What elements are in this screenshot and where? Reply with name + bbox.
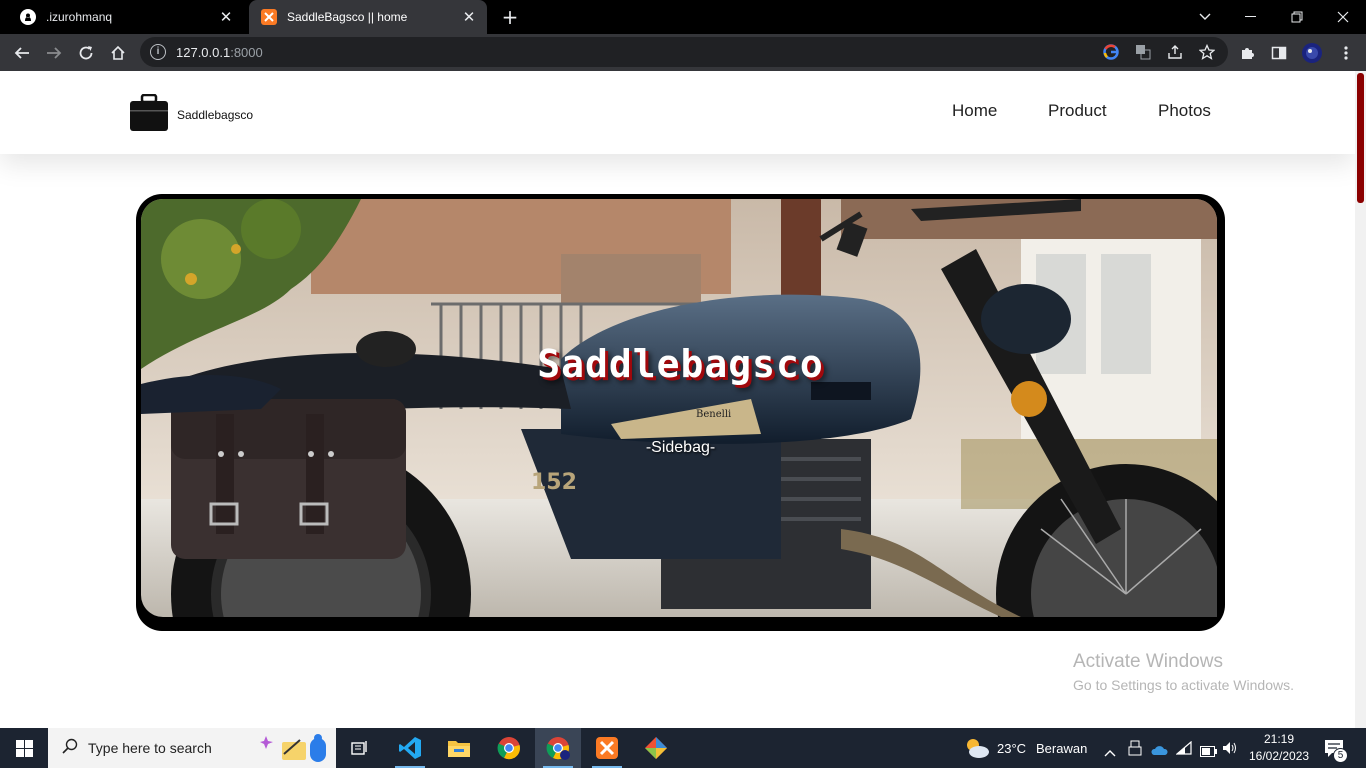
clock-date[interactable]: 16/02/2023 [1249, 749, 1309, 763]
briefcase-icon [129, 93, 169, 136]
back-button[interactable] [8, 39, 36, 67]
page-viewport: Saddlebagsco Home Product Photos 152 Ben… [0, 71, 1355, 728]
chrome-icon[interactable] [486, 728, 532, 768]
nav-product[interactable]: Product [1048, 101, 1107, 121]
tab-saddlebagsco-home[interactable]: SaddleBagsco || home ✕ [249, 0, 487, 34]
search-placeholder: Type here to search [88, 740, 212, 756]
brand[interactable]: Saddlebagsco [129, 93, 254, 136]
extensions-icon[interactable] [1237, 43, 1257, 63]
task-view-icon[interactable] [337, 728, 383, 768]
git-icon[interactable] [633, 728, 679, 768]
tab-title: SaddleBagsco || home [287, 10, 408, 24]
menu-kebab-icon[interactable] [1336, 43, 1356, 63]
svg-text:152: 152 [531, 470, 577, 495]
scrollbar-thumb[interactable] [1357, 73, 1364, 203]
brand-name: Saddlebagsco [177, 108, 254, 122]
home-button[interactable] [104, 39, 132, 67]
page-scrollbar[interactable] [1355, 71, 1366, 728]
site-info-icon[interactable]: i [150, 44, 166, 60]
motorcycle-photo: 152 Benelli [141, 199, 1217, 617]
google-icon[interactable] [1103, 44, 1119, 60]
share-icon[interactable] [1167, 44, 1183, 60]
reload-button[interactable] [72, 39, 100, 67]
xampp-icon [261, 9, 277, 25]
hero-subtitle: -Sidebag- [645, 439, 716, 456]
volume-icon[interactable] [1222, 740, 1238, 759]
notification-badge: 5 [1333, 748, 1348, 763]
hero-title: Saddlebagsco [537, 342, 824, 386]
weather-condition[interactable]: Berawan [1036, 741, 1087, 756]
url-text: 127.0.0.1:8000 [176, 44, 263, 60]
browser-tab-strip: .izurohmanq ✕ SaddleBagsco || home ✕ + [0, 0, 1366, 34]
minimize-button[interactable] [1228, 0, 1274, 34]
nav-photos[interactable]: Photos [1158, 101, 1211, 121]
bookmark-star-icon[interactable] [1198, 43, 1216, 60]
translate-icon[interactable] [1135, 44, 1151, 60]
wifi-icon[interactable] [1175, 740, 1192, 759]
hero-banner: 152 Benelli Saddlebagsco -Sidebag- [136, 194, 1225, 631]
tab-search-chevron-icon[interactable] [1182, 0, 1228, 34]
close-tab-icon[interactable]: ✕ [214, 8, 238, 26]
onedrive-icon[interactable] [1150, 741, 1168, 760]
search-icon [62, 738, 78, 758]
chrome-profile-icon[interactable] [535, 728, 581, 768]
new-tab-button[interactable]: + [498, 5, 522, 29]
taskbar-search-box[interactable]: Type here to search [48, 728, 336, 768]
file-explorer-icon[interactable] [436, 728, 482, 768]
restore-button[interactable] [1274, 0, 1320, 34]
profile-avatar[interactable] [1302, 43, 1322, 63]
xampp-app-icon[interactable] [584, 728, 630, 768]
github-icon [20, 9, 36, 25]
site-navbar: Saddlebagsco Home Product Photos [0, 71, 1355, 154]
chevron-up-icon[interactable] [1104, 742, 1116, 761]
battery-icon[interactable] [1200, 742, 1218, 761]
vscode-icon[interactable] [387, 728, 433, 768]
nav-home[interactable]: Home [952, 101, 997, 121]
tab-izurohmanq[interactable]: .izurohmanq ✕ [8, 0, 244, 34]
browser-toolbar: i 127.0.0.1:8000 [0, 34, 1366, 71]
weather-temp[interactable]: 23°C [997, 741, 1026, 756]
weather-icon[interactable] [964, 736, 990, 764]
search-highlight-icon [260, 732, 332, 768]
svg-text:Benelli: Benelli [696, 409, 731, 420]
windows-taskbar: Type here to search 23°C Berawan 21:19 1… [0, 728, 1366, 768]
clock-time[interactable]: 21:19 [1264, 732, 1294, 746]
start-button[interactable] [0, 728, 48, 768]
tab-title: .izurohmanq [46, 10, 113, 24]
usb-icon[interactable] [1128, 740, 1142, 760]
close-window-button[interactable] [1320, 0, 1366, 34]
side-panel-icon[interactable] [1269, 43, 1289, 63]
address-bar[interactable]: i 127.0.0.1:8000 [140, 37, 1228, 67]
close-tab-icon[interactable]: ✕ [457, 8, 481, 26]
forward-button[interactable] [40, 39, 68, 67]
activate-windows-watermark: Activate Windows Go to Settings to activ… [1073, 651, 1294, 693]
